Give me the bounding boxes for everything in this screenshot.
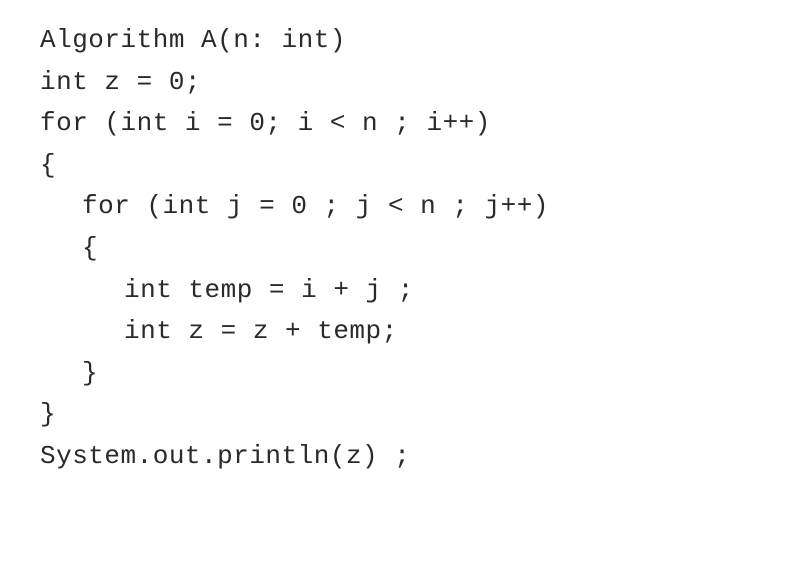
code-line-11: System.out.println(z) ; [40,436,792,478]
code-line-10: } [40,394,792,436]
code-line-5: for (int j = 0 ; j < n ; j++) [40,186,792,228]
code-line-4: { [40,145,792,187]
code-line-9: } [40,353,792,395]
code-line-6: { [40,228,792,270]
code-line-3: for (int i = 0; i < n ; i++) [40,103,792,145]
code-line-1: Algorithm A(n: int) [40,20,792,62]
code-line-2: int z = 0; [40,62,792,104]
code-line-8: int z = z + temp; [40,311,792,353]
code-block: Algorithm A(n: int) int z = 0; for (int … [40,20,792,478]
code-line-7: int temp = i + j ; [40,270,792,312]
